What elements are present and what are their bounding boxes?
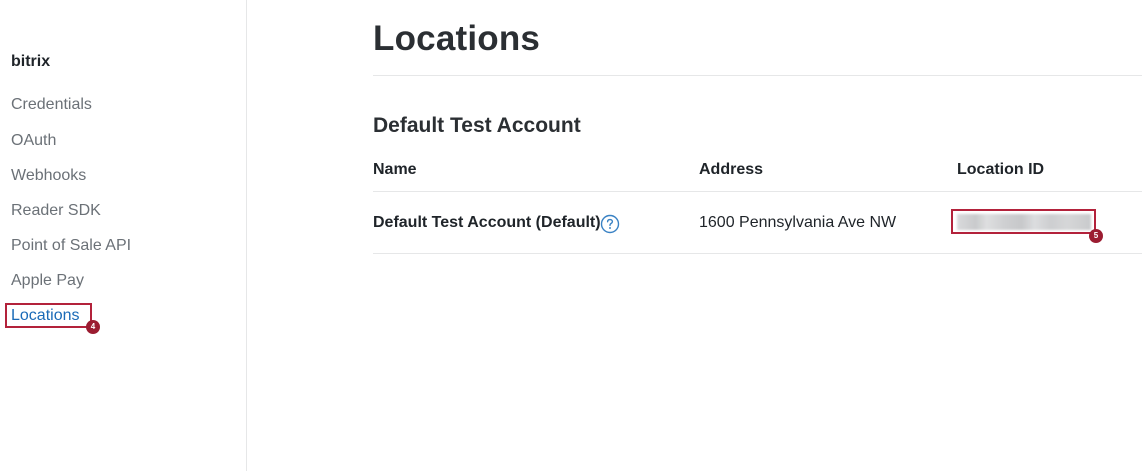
step-badge: 4 <box>86 320 100 334</box>
sidebar-item-credentials[interactable]: Credentials <box>11 96 92 114</box>
location-address: 1600 Pennsylvania Ave NW <box>699 214 897 231</box>
section-title: Default Test Account <box>373 114 581 137</box>
app-name: bitrix <box>11 53 51 70</box>
sidebar-item-oauth[interactable]: OAuth <box>11 132 56 150</box>
sidebar-item-webhooks[interactable]: Webhooks <box>11 167 86 185</box>
sidebar-item-apple-pay[interactable]: Apple Pay <box>11 272 84 290</box>
column-header-name: Name <box>373 161 417 178</box>
sidebar-item-point-of-sale-api[interactable]: Point of Sale API <box>11 237 131 255</box>
page-title: Locations <box>373 19 541 58</box>
location-name: Default Test Account (Default) <box>373 214 601 231</box>
sidebar: bitrix Credentials OAuth Webhooks Reader… <box>0 0 247 471</box>
title-divider <box>373 75 1142 76</box>
sidebar-item-reader-sdk[interactable]: Reader SDK <box>11 202 101 220</box>
step-badge: 5 <box>1089 229 1103 243</box>
row-divider <box>373 253 1142 254</box>
column-header-location-id: Location ID <box>957 161 1045 178</box>
highlight-box-location-id <box>951 209 1096 234</box>
header-divider <box>373 191 1142 192</box>
question-circle-icon[interactable] <box>600 214 620 234</box>
column-header-address: Address <box>699 161 764 178</box>
highlight-box-locations <box>5 303 92 328</box>
